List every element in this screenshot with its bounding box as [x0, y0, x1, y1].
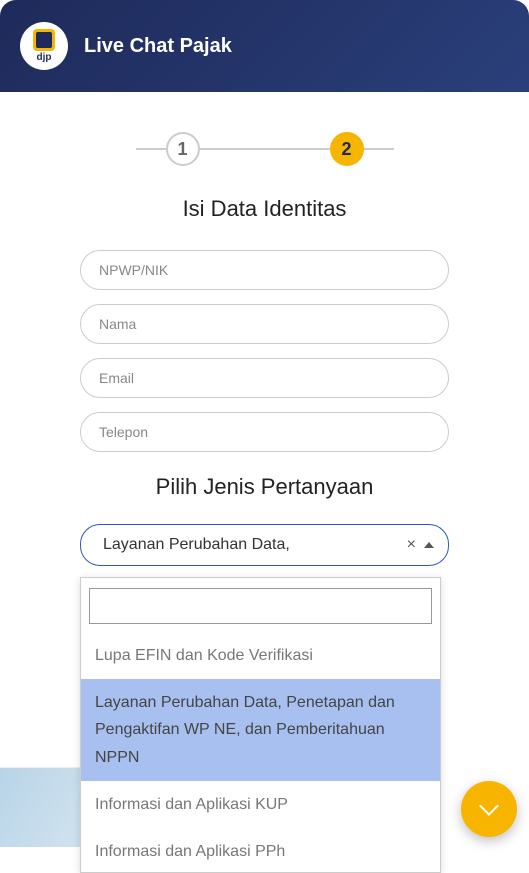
step-2[interactable]: 2: [330, 132, 364, 166]
npwp-field[interactable]: [80, 250, 449, 290]
chat-header: djp Live Chat Pajak: [0, 0, 529, 92]
step-line: [136, 148, 166, 150]
question-dropdown: Lupa EFIN dan Kode Verifikasi Layanan Pe…: [80, 577, 441, 873]
logo-text: djp: [37, 53, 52, 63]
dropdown-search-input[interactable]: [89, 588, 432, 624]
clear-icon[interactable]: ×: [407, 536, 416, 554]
chevron-down-icon: [479, 796, 499, 816]
section-title-identity: Isi Data Identitas: [80, 196, 449, 222]
logo-icon: [33, 29, 55, 51]
email-field[interactable]: [80, 358, 449, 398]
form-content: 1 2 Isi Data Identitas Pilih Jenis Perta…: [0, 92, 529, 566]
nama-field[interactable]: [80, 304, 449, 344]
telepon-field[interactable]: [80, 412, 449, 452]
step-line: [364, 148, 394, 150]
select-value: Layanan Perubahan Data,: [103, 536, 290, 554]
dropdown-list[interactable]: Lupa EFIN dan Kode Verifikasi Layanan Pe…: [81, 632, 440, 872]
djp-logo: djp: [20, 22, 68, 70]
caret-up-icon[interactable]: [424, 542, 434, 548]
step-line: [200, 148, 330, 150]
dropdown-item[interactable]: Layanan Perubahan Data, Penetapan dan Pe…: [81, 679, 440, 781]
question-select-wrap: Layanan Perubahan Data, × Lupa EFIN dan …: [80, 524, 449, 566]
section-title-question: Pilih Jenis Pertanyaan: [80, 474, 449, 500]
dropdown-item[interactable]: Informasi dan Aplikasi KUP: [81, 781, 440, 828]
collapse-chat-button[interactable]: [461, 781, 517, 837]
dropdown-item[interactable]: Informasi dan Aplikasi PPh: [81, 828, 440, 872]
select-icons: ×: [407, 536, 434, 554]
dropdown-item[interactable]: Lupa EFIN dan Kode Verifikasi: [81, 632, 440, 679]
stepper: 1 2: [80, 132, 449, 166]
question-select[interactable]: Layanan Perubahan Data, ×: [80, 524, 449, 566]
step-1[interactable]: 1: [166, 132, 200, 166]
header-title: Live Chat Pajak: [84, 35, 232, 58]
